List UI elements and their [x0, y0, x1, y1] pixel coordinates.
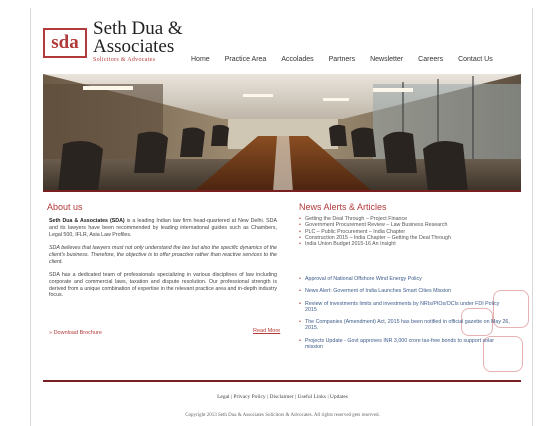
- news-alerts-list: Approval of National Offshore Wind Energ…: [299, 276, 511, 356]
- footer-copyright: Copyright 2013 Seth Dua & Associates Sol…: [185, 413, 380, 418]
- page-frame: sda Seth Dua & Associates Solicitors & A…: [30, 8, 533, 426]
- footer-divider: [43, 380, 521, 382]
- read-more-link[interactable]: Read More: [253, 328, 280, 334]
- nav-accolades[interactable]: Accolades: [281, 56, 313, 63]
- logo-tagline: Solicitors & Advocates: [93, 57, 156, 63]
- about-paragraph-1: Seth Dua & Associates (SDA) is a leading…: [49, 218, 277, 238]
- list-item[interactable]: Review of investments limits and investm…: [299, 301, 511, 314]
- conference-room-illustration: [43, 74, 521, 190]
- logo-name-line2: Associates: [93, 36, 175, 57]
- nav-contact-us[interactable]: Contact Us: [458, 56, 493, 63]
- footer-links[interactable]: Legal | Privacy Policy | Disclaimer | Us…: [31, 394, 534, 400]
- download-brochure-link[interactable]: » Download Brochure: [49, 330, 102, 336]
- logo-mark: sda: [43, 28, 87, 58]
- about-paragraph-3: SDA has a dedicated team of professional…: [49, 272, 277, 299]
- site-logo[interactable]: sda Seth Dua & Associates Solicitors & A…: [43, 19, 183, 64]
- list-item[interactable]: News Alert: Governent of India Launches …: [299, 288, 511, 295]
- news-articles-list: Getting the Deal Through – Project Finan…: [299, 216, 529, 248]
- nav-newsletter[interactable]: Newsletter: [370, 56, 403, 63]
- logo-name: Seth Dua & Associates: [93, 19, 183, 57]
- hero-image-conference-room: [43, 74, 521, 192]
- main-nav: Home Practice Area Accolades Partners Ne…: [191, 56, 493, 63]
- about-heading: About us: [47, 202, 83, 212]
- nav-careers[interactable]: Careers: [418, 56, 443, 63]
- nav-home[interactable]: Home: [191, 56, 210, 63]
- nav-practice-area[interactable]: Practice Area: [225, 56, 267, 63]
- list-item[interactable]: India Union Budget 2015-16 An Insight: [299, 241, 529, 248]
- list-item[interactable]: The Companies (Amendment) Act, 2015 has …: [299, 319, 511, 332]
- list-item[interactable]: Approval of National Offshore Wind Energ…: [299, 276, 511, 283]
- nav-partners[interactable]: Partners: [329, 56, 355, 63]
- news-heading: News Alerts & Articles: [299, 202, 387, 212]
- about-firm-name: Seth Dua & Associates (SDA): [49, 218, 125, 224]
- about-paragraph-2: SDA believes that lawyers must not only …: [49, 245, 277, 265]
- list-item[interactable]: Projects Update - Govt approves INR 3,00…: [299, 338, 511, 351]
